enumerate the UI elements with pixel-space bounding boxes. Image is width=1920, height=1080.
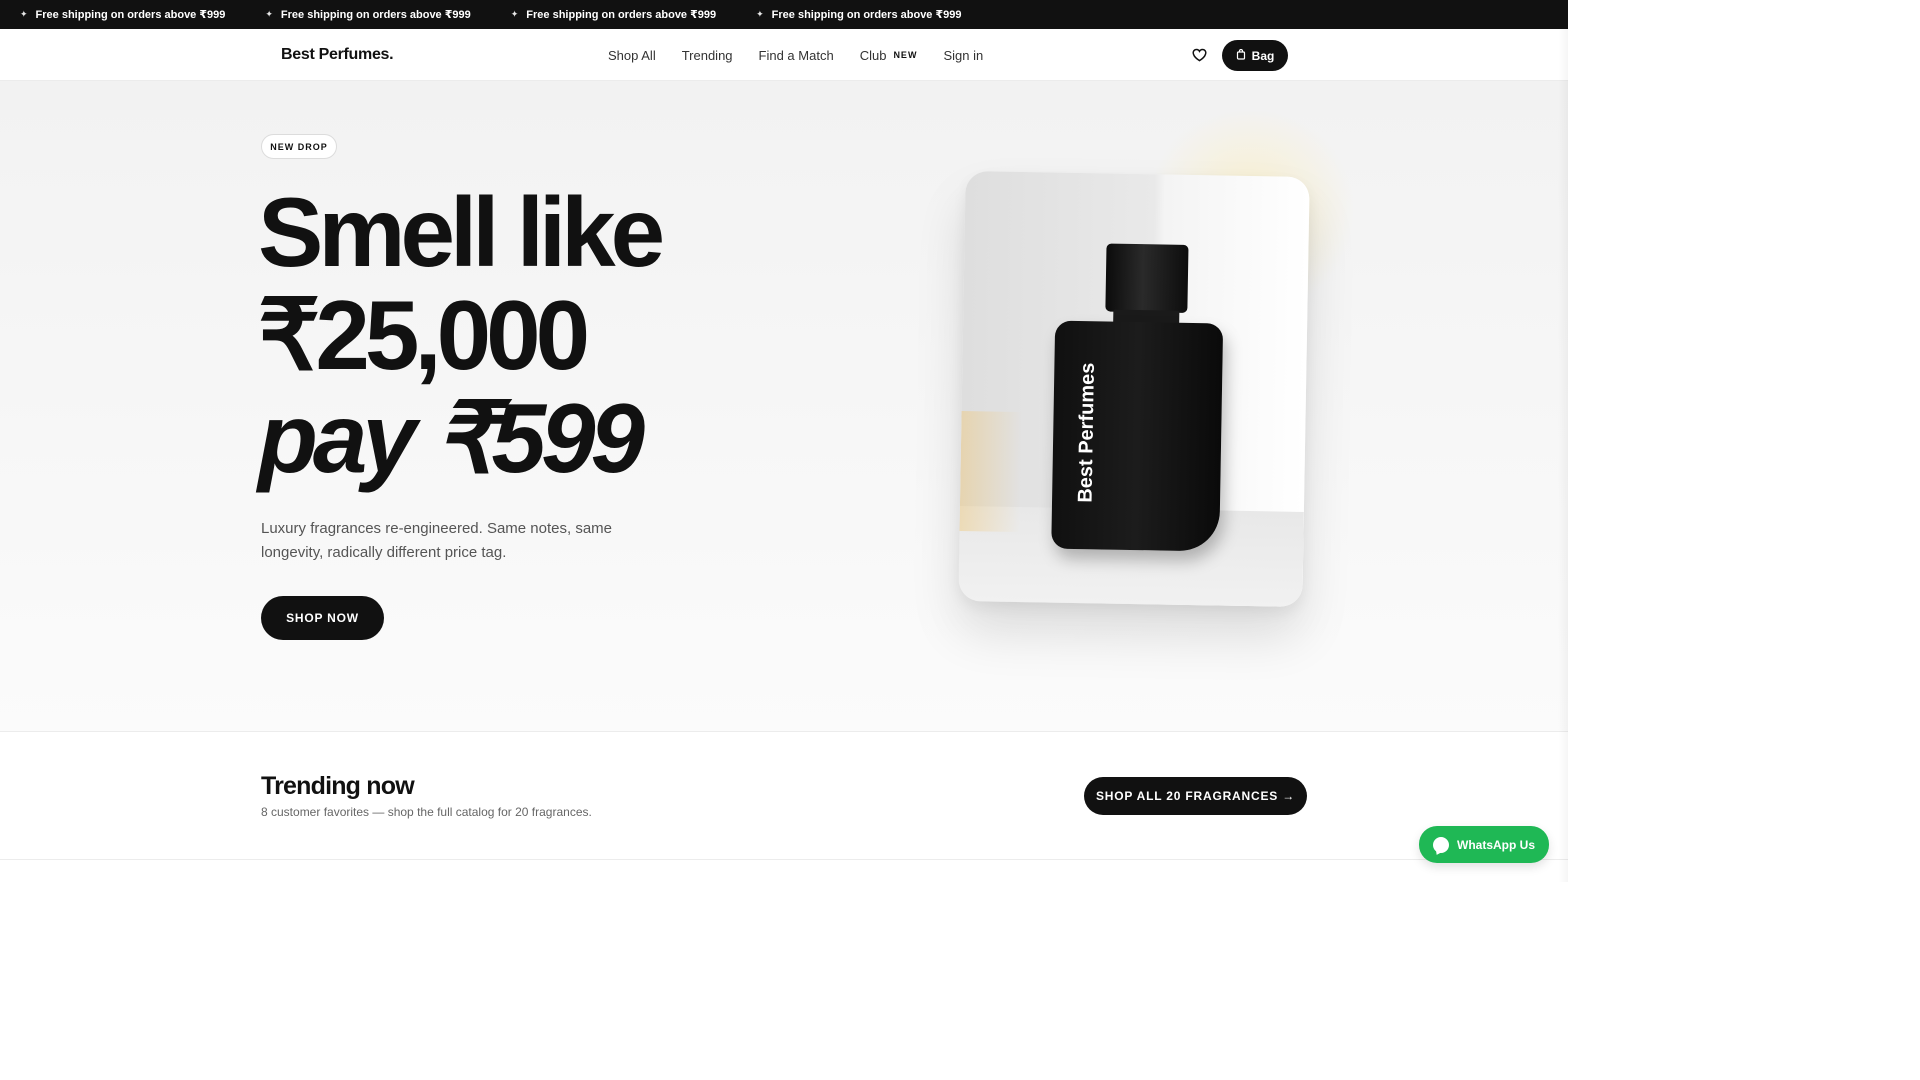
trending-subtitle: 8 customer favorites — shop the full cat… (261, 805, 592, 819)
nav-club[interactable]: Club NEW (860, 48, 918, 63)
bag-label: Bag (1251, 48, 1275, 63)
whatsapp-icon (1433, 836, 1449, 853)
sparkle-icon: ✦ (265, 9, 273, 19)
nav-new-badge: NEW (893, 50, 918, 60)
sparkle-icon: ✦ (20, 9, 28, 19)
announcement-item: ✦ Free shipping on orders above ₹999 (756, 8, 961, 21)
announcement-bar: ✦ Free shipping on orders above ₹999 ✦ F… (0, 0, 1568, 29)
nav-trending[interactable]: Trending (682, 48, 733, 63)
sparkle-icon: ✦ (510, 9, 519, 19)
announcement-item: ✦ Free shipping on orders above ₹999 (511, 8, 716, 21)
nav-shop-all[interactable]: Shop All (608, 48, 656, 63)
announcement-text: Free shipping on orders above ₹999 (280, 9, 471, 21)
shop-all-fragrances-button[interactable]: SHOP ALL 20 FRAGRANCES → (1084, 777, 1307, 815)
page-edge-shadow (1558, 29, 1568, 882)
whatsapp-label: WhatsApp Us (1457, 837, 1535, 852)
trending-section: Trending now 8 customer favorites — shop… (0, 731, 1568, 860)
announcement-text: Free shipping on orders above ₹999 (35, 9, 226, 21)
whatsapp-button[interactable]: WhatsApp Us (1419, 826, 1549, 863)
hero-subtext: Luxury fragrances re-engineered. Same no… (261, 520, 613, 561)
announcement-text: Free shipping on orders above ₹999 (771, 9, 962, 21)
sparkle-icon: ✦ (756, 9, 764, 19)
product-card[interactable]: Best Perfumes (958, 171, 1310, 607)
site-logo[interactable]: Best Perfumes. (281, 29, 394, 81)
bag-button[interactable]: Bag (1222, 40, 1288, 71)
bottle-cap (1105, 243, 1189, 313)
headline-line-1: Smell like (258, 177, 665, 287)
announcement-text: Free shipping on orders above ₹999 (526, 9, 717, 21)
announcement-item: ✦ Free shipping on orders above ₹999 (265, 8, 470, 21)
main-nav: Shop All Trending Find a Match Club NEW … (608, 29, 983, 81)
heart-icon[interactable] (1190, 46, 1208, 64)
hero-section: NEW DROP Smell like ₹25,000 pay ₹599 Lux… (0, 81, 1568, 731)
headline-line-3: pay ₹599 (258, 383, 645, 493)
site-header: Best Perfumes. Shop All Trending Find a … (0, 29, 1568, 81)
shop-now-button[interactable]: SHOP NOW (261, 596, 384, 640)
trending-title: Trending now (261, 772, 415, 800)
nav-find-a-match[interactable]: Find a Match (759, 48, 834, 63)
announcement-item: ✦ Free shipping on orders above ₹999 (20, 8, 225, 21)
bottle-label: Best Perfumes (1074, 362, 1099, 503)
nav-sign-in[interactable]: Sign in (943, 48, 983, 63)
card-light (959, 410, 1022, 533)
nav-club-label: Club (859, 47, 887, 63)
new-drop-badge: NEW DROP (261, 134, 337, 159)
hero-headline: Smell like ₹25,000 pay ₹599 (258, 177, 665, 493)
bag-icon (1236, 48, 1246, 63)
headline-line-2: ₹25,000 (258, 280, 590, 390)
